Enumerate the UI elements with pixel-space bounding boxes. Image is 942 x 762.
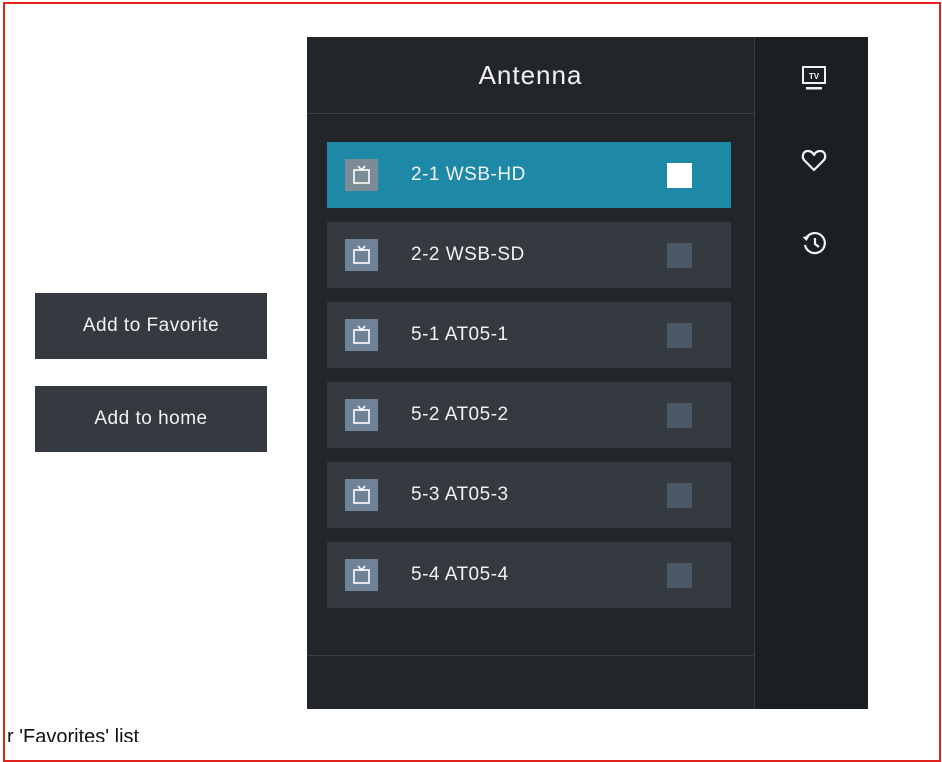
channel-tv-icon bbox=[345, 399, 378, 431]
panel-title: Antenna bbox=[307, 37, 754, 114]
tv-icon-text: TV bbox=[809, 72, 820, 81]
channel-tv-icon bbox=[345, 479, 378, 511]
channel-item[interactable]: 2-2 WSB-SD bbox=[327, 222, 731, 288]
channel-item[interactable]: 5-4 AT05-4 bbox=[327, 542, 731, 608]
add-to-favorite-button[interactable]: Add to Favorite bbox=[35, 293, 267, 359]
channel-list: 2-1 WSB-HD 2-2 WSB-SD 5-1 AT05-1 5-2 AT0… bbox=[327, 142, 731, 622]
add-to-home-button[interactable]: Add to home bbox=[35, 386, 267, 452]
channel-checkbox[interactable] bbox=[667, 323, 692, 348]
channel-label: 2-1 WSB-HD bbox=[411, 164, 526, 185]
channel-label: 2-2 WSB-SD bbox=[411, 244, 525, 265]
heart-icon[interactable] bbox=[801, 147, 827, 173]
channel-checkbox[interactable] bbox=[667, 563, 692, 588]
channel-item[interactable]: 5-3 AT05-3 bbox=[327, 462, 731, 528]
channel-checkbox[interactable] bbox=[667, 163, 692, 188]
side-nav: TV bbox=[754, 37, 868, 709]
channel-tv-icon bbox=[345, 559, 378, 591]
side-nav-divider bbox=[754, 37, 755, 709]
channel-checkbox[interactable] bbox=[667, 403, 692, 428]
caption-text: r 'Favorites' list bbox=[7, 726, 140, 742]
channel-tv-icon bbox=[345, 159, 378, 191]
channel-label: 5-3 AT05-3 bbox=[411, 484, 509, 505]
channel-label: 5-2 AT05-2 bbox=[411, 404, 509, 425]
channel-checkbox[interactable] bbox=[667, 243, 692, 268]
channel-checkbox[interactable] bbox=[667, 483, 692, 508]
channel-item[interactable]: 5-1 AT05-1 bbox=[327, 302, 731, 368]
channel-tv-icon bbox=[345, 319, 378, 351]
history-icon[interactable] bbox=[801, 230, 827, 256]
channel-label: 5-1 AT05-1 bbox=[411, 324, 509, 345]
channel-tv-icon bbox=[345, 239, 378, 271]
channel-label: 5-4 AT05-4 bbox=[411, 564, 509, 585]
channel-item[interactable]: 5-2 AT05-2 bbox=[327, 382, 731, 448]
channel-item[interactable]: 2-1 WSB-HD bbox=[327, 142, 731, 208]
panel-footer-divider bbox=[307, 655, 754, 656]
tv-icon[interactable]: TV bbox=[801, 65, 827, 91]
